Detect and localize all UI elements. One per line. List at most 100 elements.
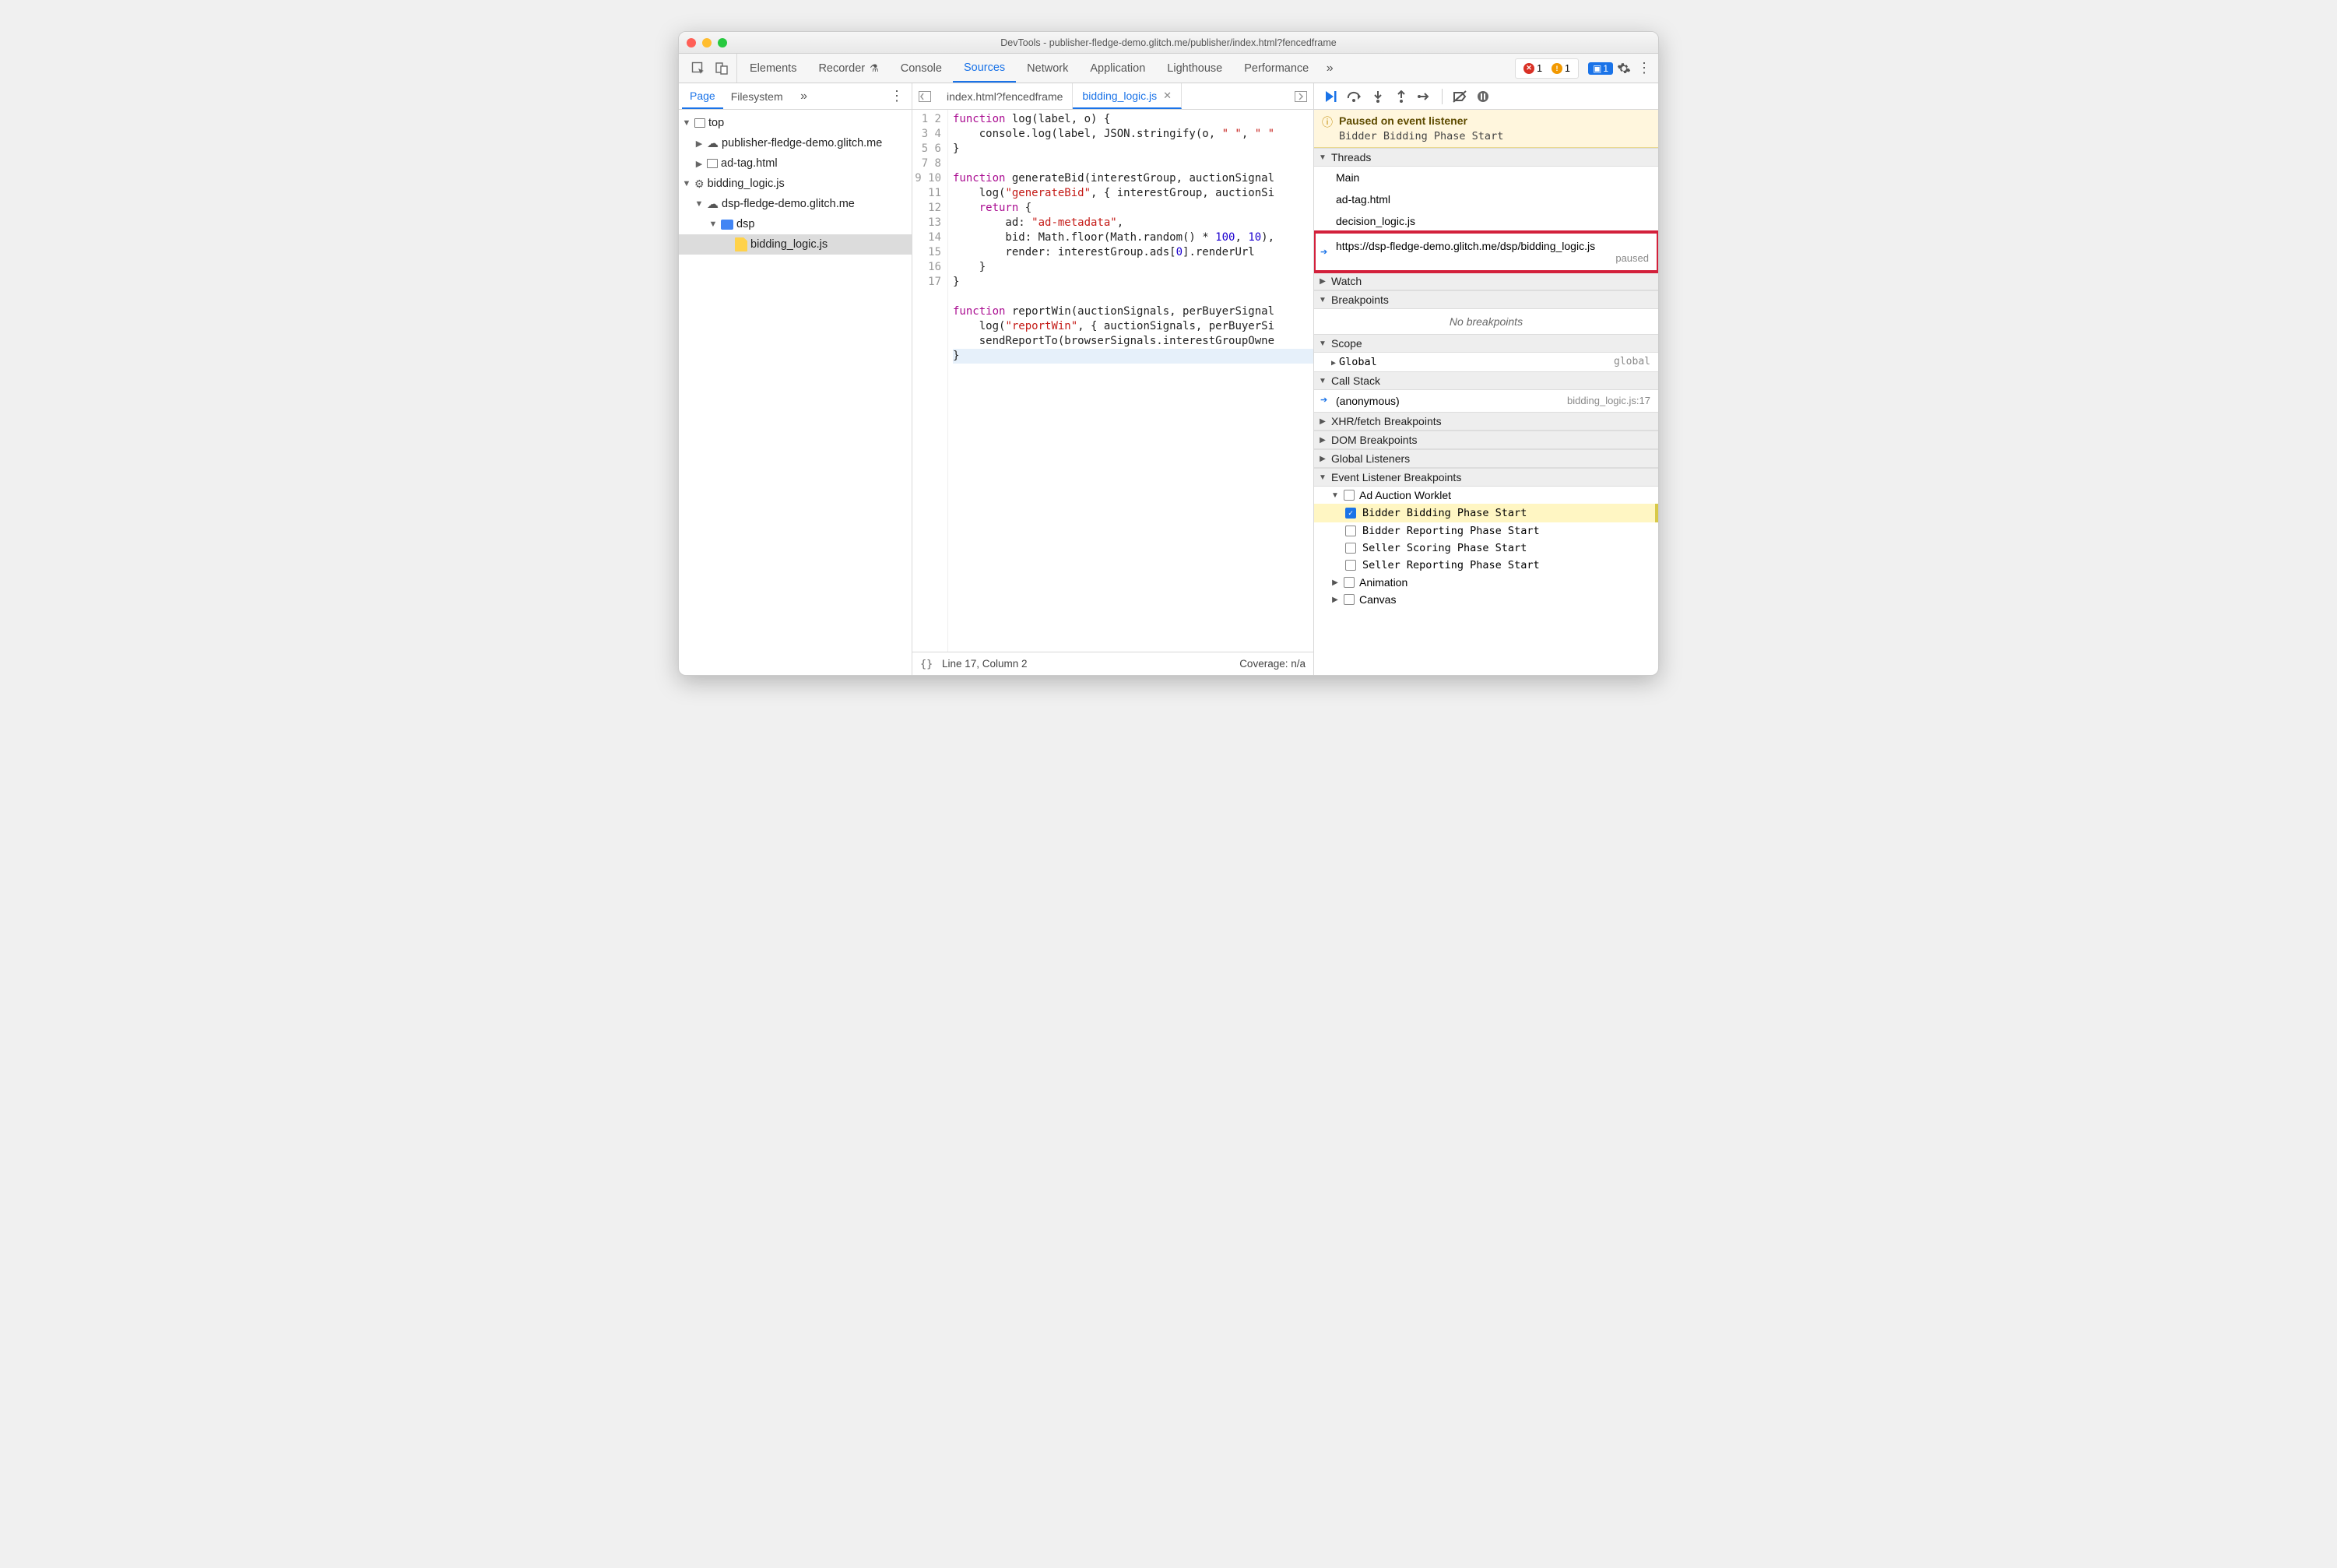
checkbox-icon[interactable] (1345, 560, 1356, 571)
tree-folder-dsp[interactable]: ▼ dsp (679, 214, 912, 234)
frame-icon (707, 159, 718, 168)
elb-item-seller-scoring-start[interactable]: Seller Scoring Phase Start (1314, 540, 1658, 557)
caret-right-icon: ▶ (1319, 417, 1327, 426)
thread-url: https://dsp-fledge-demo.glitch.me/dsp/bi… (1336, 240, 1649, 252)
resume-button-icon[interactable] (1320, 86, 1342, 107)
elb-group-animation[interactable]: ▶ Animation (1314, 574, 1658, 591)
step-into-icon[interactable] (1367, 86, 1389, 107)
thread-main[interactable]: Main (1314, 167, 1658, 188)
warnings-badge[interactable]: ! 1 (1548, 63, 1573, 74)
more-tabs-icon[interactable]: » (1320, 54, 1340, 83)
elb-item-bidder-reporting-start[interactable]: Bidder Reporting Phase Start (1314, 522, 1658, 540)
editor-tab-label: bidding_logic.js (1082, 90, 1157, 102)
section-watch[interactable]: ▶ Watch (1314, 272, 1658, 290)
step-over-icon[interactable] (1344, 86, 1365, 107)
editor-history-nav-icon[interactable] (912, 91, 937, 102)
tab-console[interactable]: Console (890, 54, 953, 83)
section-global-listeners[interactable]: ▶ Global Listeners (1314, 449, 1658, 468)
pretty-print-icon[interactable]: {} (920, 658, 942, 670)
step-out-icon[interactable] (1390, 86, 1412, 107)
settings-gear-icon[interactable] (1613, 58, 1635, 79)
navigator-menu-kebab-icon[interactable]: ⋮ (885, 88, 908, 104)
code-editor[interactable]: 1 2 3 4 5 6 7 8 9 10 11 12 13 14 15 16 1… (912, 110, 1313, 652)
navigator-tab-page[interactable]: Page (682, 83, 723, 109)
group-checkbox-mixed[interactable]: – (1344, 490, 1355, 501)
scope-global[interactable]: ▶Global global (1314, 353, 1658, 371)
thread-decision[interactable]: decision_logic.js (1314, 210, 1658, 232)
minimize-window-icon[interactable] (702, 38, 712, 47)
caret-down-icon: ▼ (682, 118, 691, 128)
checkbox-icon[interactable] (1344, 577, 1355, 588)
warning-icon: ! (1552, 63, 1562, 74)
checkbox-icon[interactable] (1344, 594, 1355, 605)
issues-badge[interactable]: ▣ 1 (1588, 62, 1613, 75)
tab-lighthouse[interactable]: Lighthouse (1156, 54, 1233, 83)
device-toggle-icon[interactable] (712, 58, 732, 79)
checkbox-checked-icon[interactable]: ✓ (1345, 508, 1356, 519)
navigator-tab-filesystem[interactable]: Filesystem (723, 83, 791, 109)
tab-performance[interactable]: Performance (1233, 54, 1320, 83)
callstack-frame-0[interactable]: ➔ (anonymous) bidding_logic.js:17 (1314, 390, 1658, 412)
tree-frame-adtag[interactable]: ▶ ad-tag.html (679, 153, 912, 174)
tree-file-bidding-logic[interactable]: bidding_logic.js (679, 234, 912, 255)
section-dom-breakpoints[interactable]: ▶ DOM Breakpoints (1314, 431, 1658, 449)
error-icon: ✕ (1523, 63, 1534, 74)
tree-worklet[interactable]: ▼ ⚙ bidding_logic.js (679, 174, 912, 194)
pause-on-exceptions-icon[interactable] (1472, 86, 1494, 107)
editor-more-icon[interactable] (1288, 91, 1313, 102)
section-label: XHR/fetch Breakpoints (1331, 415, 1442, 427)
section-breakpoints[interactable]: ▼ Breakpoints (1314, 290, 1658, 309)
checkbox-icon[interactable] (1345, 526, 1356, 536)
section-label: Breakpoints (1331, 294, 1389, 306)
elb-group-canvas[interactable]: ▶ Canvas (1314, 591, 1658, 608)
tab-network[interactable]: Network (1016, 54, 1079, 83)
editor-tab-index[interactable]: index.html?fencedframe (937, 83, 1073, 109)
editor-tabs: index.html?fencedframe bidding_logic.js … (912, 83, 1313, 110)
checkbox-icon[interactable] (1345, 543, 1356, 554)
section-xhr-breakpoints[interactable]: ▶ XHR/fetch Breakpoints (1314, 412, 1658, 431)
tab-recorder[interactable]: Recorder ⚗ (807, 54, 889, 83)
tree-label: dsp (736, 218, 754, 230)
caret-down-icon: ▼ (1319, 296, 1327, 304)
tab-sources[interactable]: Sources (953, 54, 1016, 83)
section-callstack[interactable]: ▼ Call Stack (1314, 371, 1658, 390)
debugger-scroll[interactable]: ⓘ Paused on event listener Bidder Biddin… (1314, 110, 1658, 675)
navigator-more-icon[interactable]: » (794, 90, 814, 104)
current-thread-arrow-icon: ➔ (1320, 247, 1327, 257)
caret-down-icon: ▼ (694, 199, 704, 209)
tree-origin-dsp[interactable]: ▼ ☁ dsp-fledge-demo.glitch.me (679, 194, 912, 214)
step-icon[interactable] (1414, 86, 1436, 107)
tab-elements[interactable]: Elements (739, 54, 807, 83)
caret-down-icon: ▼ (1319, 473, 1327, 482)
main-menu-kebab-icon[interactable]: ⋮ (1635, 60, 1653, 76)
close-tab-icon[interactable]: ✕ (1163, 90, 1172, 102)
tree-label: publisher-fledge-demo.glitch.me (722, 137, 882, 149)
elb-item-seller-reporting-start[interactable]: Seller Reporting Phase Start (1314, 557, 1658, 574)
thread-dsp-bidding-logic[interactable]: ➔ https://dsp-fledge-demo.glitch.me/dsp/… (1314, 232, 1658, 272)
cloud-icon: ☁ (707, 136, 719, 150)
section-scope[interactable]: ▼ Scope (1314, 334, 1658, 353)
thread-adtag[interactable]: ad-tag.html (1314, 188, 1658, 210)
editor-tab-bidding-logic[interactable]: bidding_logic.js ✕ (1073, 83, 1182, 109)
elb-group-ad-auction-worklet[interactable]: ▼ – Ad Auction Worklet (1314, 487, 1658, 504)
elb-item-bidder-bidding-start[interactable]: ✓ Bidder Bidding Phase Start (1314, 504, 1658, 522)
maximize-window-icon[interactable] (718, 38, 727, 47)
deactivate-breakpoints-icon[interactable] (1449, 86, 1471, 107)
tab-application[interactable]: Application (1079, 54, 1156, 83)
tree-label: bidding_logic.js (750, 238, 828, 251)
section-threads[interactable]: ▼ Threads (1314, 148, 1658, 167)
elb-item-label: Seller Reporting Phase Start (1362, 559, 1540, 571)
paused-title: Paused on event listener (1339, 114, 1503, 127)
errors-badge[interactable]: ✕ 1 (1520, 63, 1545, 74)
section-event-listener-breakpoints[interactable]: ▼ Event Listener Breakpoints (1314, 468, 1658, 487)
tree-label: ad-tag.html (721, 157, 778, 170)
close-window-icon[interactable] (687, 38, 696, 47)
elb-group-label: Ad Auction Worklet (1359, 489, 1451, 501)
inspect-element-icon[interactable] (688, 58, 708, 79)
tree-origin-publisher[interactable]: ▶ ☁ publisher-fledge-demo.glitch.me (679, 133, 912, 153)
tree-top-frame[interactable]: ▼ top (679, 113, 912, 133)
debugger-toolbar (1314, 83, 1658, 110)
console-status-badges[interactable]: ✕ 1 ! 1 (1515, 58, 1579, 79)
code-content: function log(label, o) { console.log(lab… (948, 110, 1313, 652)
caret-down-icon: ▼ (1319, 153, 1327, 162)
